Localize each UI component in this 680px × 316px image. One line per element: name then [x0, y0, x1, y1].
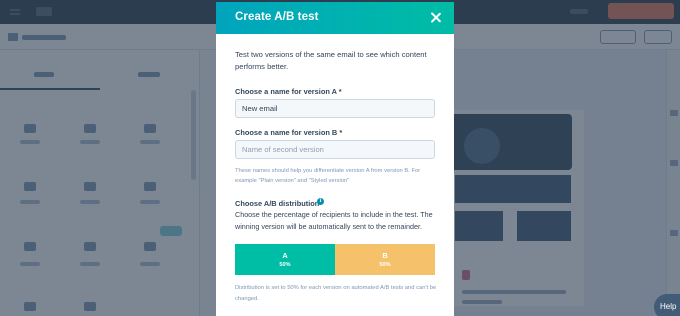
version-b-segment[interactable]: B 50% [335, 244, 435, 275]
version-a-label: Choose a name for version A * [235, 87, 342, 96]
distribution-title: Choose A/B distribution [235, 199, 320, 208]
version-a-letter: A [282, 250, 288, 260]
version-b-label: Choose a name for version B * [235, 128, 343, 137]
dialog-title: Create A/B test [235, 11, 319, 23]
version-b-percent: 50% [379, 261, 391, 268]
ab-test-dialog: Create A/B test Test two versions of the… [216, 2, 454, 316]
info-icon[interactable]: i [317, 198, 324, 205]
close-icon[interactable] [428, 10, 444, 26]
version-name-hint: These names should help you differentiat… [235, 168, 421, 184]
version-a-segment[interactable]: A 50% [235, 244, 335, 275]
version-a-percent: 50% [279, 261, 291, 268]
dialog-header: Create A/B test [216, 2, 454, 34]
dialog-intro-text: Test two versions of the same email to s… [235, 50, 427, 71]
distribution-footnote: Distribution is set to 50% for each vers… [235, 285, 437, 302]
version-b-input[interactable] [235, 140, 435, 159]
distribution-description: Choose the percentage of recipients to i… [235, 210, 433, 231]
distribution-split-bar[interactable]: A 50% B 50% [235, 244, 435, 275]
version-b-letter: B [382, 250, 388, 260]
version-a-input[interactable] [235, 99, 435, 118]
help-button[interactable]: Help [654, 294, 680, 316]
